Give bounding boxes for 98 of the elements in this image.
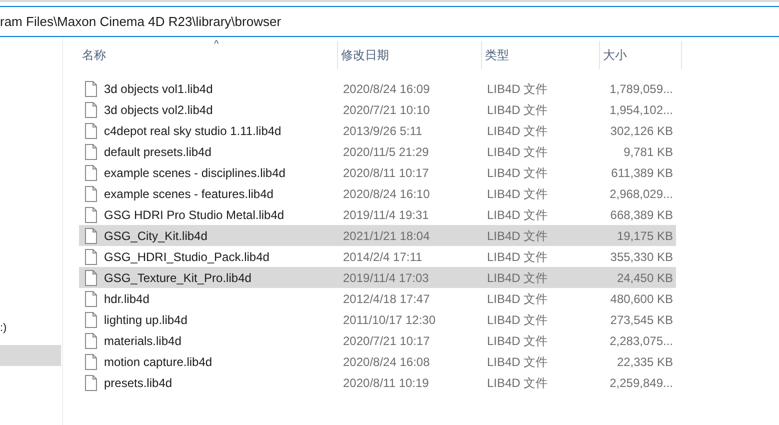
file-row[interactable]: GSG_Texture_Kit_Pro.lib4d 2019/11/4 17:03 LIB4D 文件 24,450 KB	[79, 267, 676, 288]
file-icon	[85, 354, 97, 370]
file-name: c4depot real sky studio 1.11.lib4d	[104, 122, 282, 140]
modified-date: 2019/11/4 19:31	[343, 206, 430, 224]
file-icon	[85, 80, 97, 96]
file-name: default presets.lib4d	[104, 144, 212, 160]
file-icon	[85, 186, 97, 202]
file-type: LIB4D 文件	[487, 248, 549, 266]
file-type: LIB4D 文件	[487, 228, 549, 244]
file-size: 19,175 KB	[616, 228, 673, 244]
file-name: example scenes - features.lib4d	[104, 186, 274, 202]
file-type: LIB4D 文件	[487, 332, 549, 350]
file-size: 9,781 KB	[622, 144, 673, 160]
file-icon	[85, 228, 97, 244]
modified-date: 2020/7/21 10:10	[343, 102, 431, 118]
file-row[interactable]: presets.lib4d 2020/8/11 10:19 LIB4D 文件 2,259,849...	[79, 372, 676, 393]
sidebar-item[interactable]	[0, 345, 61, 366]
file-name: example scenes - disciplines.lib4d	[104, 164, 286, 182]
file-name: hdr.lib4d	[104, 290, 150, 308]
file-row[interactable]: GSG HDRI Pro Studio Metal.lib4d 2019/11/4 19:31 LIB4D 文件 668,389 KB	[79, 204, 676, 225]
file-type: LIB4D 文件	[487, 206, 549, 224]
file-icon	[85, 164, 97, 180]
file-row[interactable]: default presets.lib4d 2020/11/5 21:29 LIB4D 文件 9,781 KB	[79, 141, 676, 162]
file-icon	[85, 122, 97, 138]
file-size: 1,789,059...	[608, 80, 673, 98]
file-icon	[85, 332, 97, 348]
modified-date: 2012/4/18 17:47	[343, 290, 431, 308]
file-name: materials.lib4d	[104, 332, 182, 350]
modified-date: 2013/9/26 5:11	[343, 122, 424, 140]
address-bar[interactable]: ram Files\Maxon Cinema 4D R23\library\browser	[0, 6, 779, 37]
file-row[interactable]: 3d objects vol1.lib4d 2020/8/24 16:09 LIB4D 文件 1,789,059...	[79, 78, 676, 99]
file-row[interactable]: example scenes - features.lib4d 2020/8/24 16:10 LIB4D 文件 2,968,029...	[79, 183, 676, 204]
file-row[interactable]: motion capture.lib4d 2020/8/24 16:08 LIB4D 文件 22,335 KB	[79, 351, 676, 372]
file-type: LIB4D 文件	[487, 312, 549, 328]
file-type: LIB4D 文件	[487, 122, 549, 140]
sidebar-item[interactable]: :)	[0, 318, 61, 339]
file-type: LIB4D 文件	[487, 144, 549, 160]
file-row[interactable]: lighting up.lib4d 2011/10/17 12:30 LIB4D 文件 273,545 KB	[79, 309, 676, 330]
modified-date: 2020/8/11 10:19	[343, 374, 430, 392]
file-row[interactable]: GSG_City_Kit.lib4d 2021/1/21 18:04 LIB4D 文件 19,175 KB	[79, 225, 676, 246]
file-size: 302,126 KB	[609, 122, 673, 140]
modified-date: 2020/11/5 21:29	[343, 144, 430, 160]
file-icon	[85, 270, 97, 286]
column-header[interactable]: 类型	[485, 46, 509, 64]
modified-date: 2020/7/21 10:17	[343, 332, 431, 350]
file-type: LIB4D 文件	[487, 374, 549, 392]
file-size: 2,968,029...	[608, 186, 673, 202]
file-icon	[85, 312, 97, 328]
file-name: 3d objects vol2.lib4d	[104, 102, 213, 118]
file-name: GSG_HDRI_Studio_Pack.lib4d	[104, 248, 270, 266]
file-name: presets.lib4d	[104, 374, 172, 392]
file-row[interactable]: GSG_HDRI_Studio_Pack.lib4d 2014/2/4 17:11 LIB4D 文件 355,330 KB	[79, 246, 676, 267]
column-header[interactable]: 修改日期	[341, 46, 389, 64]
modified-date: 2020/8/11 10:17	[343, 164, 430, 182]
file-size: 22,335 KB	[616, 354, 673, 370]
modified-date: 2014/2/4 17:11	[343, 248, 424, 266]
file-row[interactable]: hdr.lib4d 2012/4/18 17:47 LIB4D 文件 480,600 KB	[79, 288, 676, 309]
file-name: GSG_Texture_Kit_Pro.lib4d	[104, 270, 252, 286]
file-icon	[85, 144, 97, 160]
file-type: LIB4D 文件	[487, 102, 549, 118]
file-size: 2,283,075...	[608, 332, 673, 350]
modified-date: 2021/1/21 18:04	[343, 228, 431, 244]
modified-date: 2019/11/4 17:03	[343, 270, 430, 286]
file-icon	[85, 290, 97, 306]
file-icon	[85, 248, 97, 264]
file-size: 611,389 KB	[610, 164, 673, 182]
file-type: LIB4D 文件	[487, 186, 549, 202]
file-type: LIB4D 文件	[487, 290, 549, 308]
modified-date: 2020/8/24 16:09	[343, 80, 431, 98]
file-name: GSG HDRI Pro Studio Metal.lib4d	[104, 206, 284, 224]
file-size: 1,954,102...	[608, 102, 673, 118]
file-size: 355,330 KB	[609, 248, 673, 266]
file-size: 668,389 KB	[609, 206, 673, 224]
file-name: lighting up.lib4d	[104, 312, 188, 328]
file-row[interactable]: 3d objects vol2.lib4d 2020/7/21 10:10 LIB4D 文件 1,954,102...	[79, 99, 676, 120]
column-header[interactable]: 名称	[82, 46, 106, 64]
file-row[interactable]: example scenes - disciplines.lib4d 2020/8/11 10:17 LIB4D 文件 611,389 KB	[79, 162, 676, 183]
file-name: motion capture.lib4d	[104, 354, 212, 370]
sort-indicator: ^	[214, 38, 219, 52]
file-row[interactable]: c4depot real sky studio 1.11.lib4d 2013/9/26 5:11 LIB4D 文件 302,126 KB	[79, 120, 676, 141]
file-icon	[85, 102, 97, 118]
file-name: 3d objects vol1.lib4d	[104, 80, 213, 98]
modified-date: 2011/10/17 12:30	[343, 312, 437, 328]
file-size: 2,259,849...	[608, 374, 673, 392]
file-type: LIB4D 文件	[487, 80, 549, 98]
file-size: 273,545 KB	[609, 312, 673, 328]
file-type: LIB4D 文件	[487, 164, 549, 182]
column-header[interactable]: 大小	[603, 46, 627, 64]
file-name: GSG_City_Kit.lib4d	[104, 228, 208, 244]
file-type: LIB4D 文件	[487, 354, 549, 370]
modified-date: 2020/8/24 16:08	[343, 354, 431, 370]
file-row[interactable]: materials.lib4d 2020/7/21 10:17 LIB4D 文件 2,283,075...	[79, 330, 676, 351]
file-size: 480,600 KB	[609, 290, 673, 308]
file-icon	[85, 374, 97, 390]
file-icon	[85, 206, 97, 222]
file-size: 24,450 KB	[616, 270, 673, 286]
modified-date: 2020/8/24 16:10	[343, 186, 431, 202]
file-type: LIB4D 文件	[487, 270, 549, 286]
